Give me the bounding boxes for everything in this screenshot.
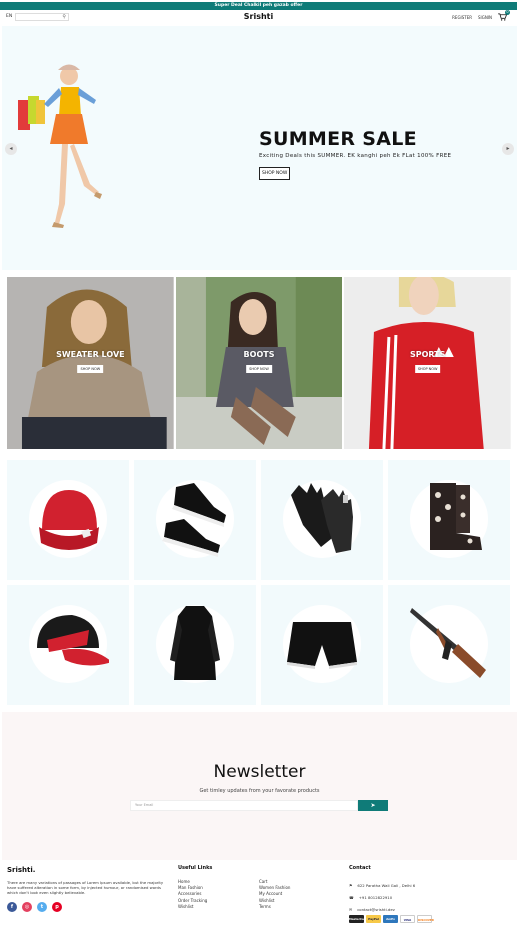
facebook-icon[interactable]: f <box>7 902 17 912</box>
newsletter-title: Newsletter <box>213 762 306 782</box>
footer-link[interactable]: Women Fashion <box>259 885 319 890</box>
hero-title: SUMMER SALE <box>259 128 417 150</box>
sneakers-icon <box>162 483 226 557</box>
slider-next-arrow[interactable]: ▸ <box>502 143 514 155</box>
twitter-icon[interactable]: t <box>37 902 47 912</box>
shorts-icon <box>287 622 357 669</box>
product-card[interactable] <box>261 460 383 580</box>
boots-icon <box>430 483 482 550</box>
register-link[interactable]: REGISTER <box>452 15 472 20</box>
boots-model-image <box>175 277 343 449</box>
site-logo[interactable]: Srishti <box>0 12 517 21</box>
slider-prev-arrow[interactable]: ◂ <box>5 143 17 155</box>
beanie-icon <box>39 490 99 550</box>
coat-icon <box>170 606 220 680</box>
newsletter-section: Newsletter Get timley updates from your … <box>2 712 517 860</box>
search-input[interactable]: ⚲ <box>15 13 69 21</box>
category-shop-now-button[interactable]: SHOP NOW <box>414 365 441 373</box>
footer-link[interactable]: Wishlist <box>259 898 319 903</box>
announcement-bar: Super Deal Chalkil peh gazab offer <box>0 2 517 10</box>
contact-phone: +91 8012822910 <box>358 894 393 900</box>
category-shop-now-button[interactable]: SHOP NOW <box>77 365 104 373</box>
arrow-right-icon: ▸ <box>506 145 510 152</box>
useful-links-list: Home Cart Man Fashion Women Fashion Acce… <box>178 879 319 909</box>
footer-link[interactable]: My Account <box>259 891 319 896</box>
payment-methods: MasterCard PayPal AmEx VISA DISCOVER <box>349 915 434 923</box>
contact-title: Contact <box>349 865 371 871</box>
footer-link[interactable]: Man Fashion <box>178 885 259 890</box>
visa-icon: VISA <box>400 915 415 923</box>
navbar: EN ⚲ Srishti REGISTER SIGNIN 0 <box>0 10 517 24</box>
product-card[interactable] <box>388 460 510 580</box>
sports-model-image <box>344 277 512 449</box>
social-links: f ◎ t p <box>7 902 62 912</box>
cart-count-badge: 0 <box>505 10 510 15</box>
location-icon: ⚑ <box>349 882 353 888</box>
category-shop-now-button[interactable]: SHOP NOW <box>246 365 272 373</box>
footer-link[interactable]: Home <box>178 879 259 884</box>
hero-content: SUMMER SALE Exciting Deals this SUMMER. … <box>259 128 451 180</box>
contact-info: ⚑ 622 Paratha Wali Gali , Delhi 6 ☎ +91 80… <box>349 879 415 915</box>
footer-link[interactable]: Cart <box>259 879 319 884</box>
product-card[interactable] <box>388 585 510 705</box>
discover-icon: DISCOVER <box>417 915 434 923</box>
nav-actions: REGISTER SIGNIN 0 <box>452 10 510 21</box>
contact-address: 622 Paratha Wali Gali , Delhi 6 <box>357 882 416 888</box>
product-card[interactable] <box>134 460 256 580</box>
paypal-icon: PayPal <box>366 915 381 923</box>
rifle-icon <box>410 608 486 678</box>
footer-link[interactable]: Accessories <box>178 891 259 896</box>
hero-slider: SUMMER SALE Exciting Deals this SUMMER. … <box>2 26 517 270</box>
cap-icon <box>37 615 109 666</box>
mastercard-icon: MasterCard <box>349 915 368 923</box>
product-grid <box>7 460 511 705</box>
footer-description: There are many variations of passages of… <box>7 880 164 895</box>
footer-link[interactable]: Terms <box>259 904 319 909</box>
newsletter-subtitle: Get timley updates from your favorate pr… <box>199 788 320 794</box>
product-card[interactable] <box>261 585 383 705</box>
product-card[interactable] <box>7 460 129 580</box>
footer: Srishti. There are many variations of pa… <box>0 860 517 930</box>
phone-icon: ☎ <box>349 894 354 900</box>
category-section: SWEATER LOVE SHOP NOW BOOTS SHOP NOW SPO <box>7 277 512 449</box>
category-title: BOOTS <box>243 350 275 359</box>
cart-button[interactable]: 0 <box>498 10 510 21</box>
useful-links-title: Useful Links <box>178 865 213 871</box>
hero-subtitle: Exciting Deals this SUMMER. EK kanghi pe… <box>259 153 452 159</box>
signin-link[interactable]: SIGNIN <box>478 15 492 20</box>
footer-brand: Srishti. <box>7 866 36 874</box>
contact-email[interactable]: contact@srishti.dev <box>357 907 395 912</box>
hero-model-image <box>18 64 102 228</box>
amex-icon: AmEx <box>383 915 398 923</box>
category-card-sports[interactable]: SPORTS SHOP NOW <box>344 277 512 449</box>
send-icon: ➤ <box>370 802 376 809</box>
product-card[interactable] <box>7 585 129 705</box>
language-label[interactable]: EN <box>6 14 12 19</box>
arrow-left-icon: ◂ <box>9 145 13 152</box>
instagram-icon[interactable]: ◎ <box>22 902 32 912</box>
footer-link[interactable]: Wishlist <box>178 904 259 909</box>
category-title: SWEATER LOVE <box>56 350 125 359</box>
search-icon[interactable]: ⚲ <box>62 14 66 20</box>
sweater-model-image <box>7 277 174 449</box>
newsletter-email-input[interactable]: Your Email <box>130 800 358 811</box>
category-card-boots[interactable]: BOOTS SHOP NOW <box>175 277 343 449</box>
gloves-icon <box>291 483 353 553</box>
category-title: SPORTS <box>409 350 446 359</box>
product-card[interactable] <box>134 585 256 705</box>
footer-link[interactable]: Order Tracking <box>178 898 259 903</box>
category-card-sweater[interactable]: SWEATER LOVE SHOP NOW <box>7 277 174 449</box>
newsletter-send-button[interactable]: ➤ <box>358 800 388 811</box>
mail-icon: ✉ <box>349 906 353 912</box>
hero-shop-now-button[interactable]: SHOP NOW <box>259 167 291 180</box>
pinterest-icon[interactable]: p <box>52 902 62 912</box>
